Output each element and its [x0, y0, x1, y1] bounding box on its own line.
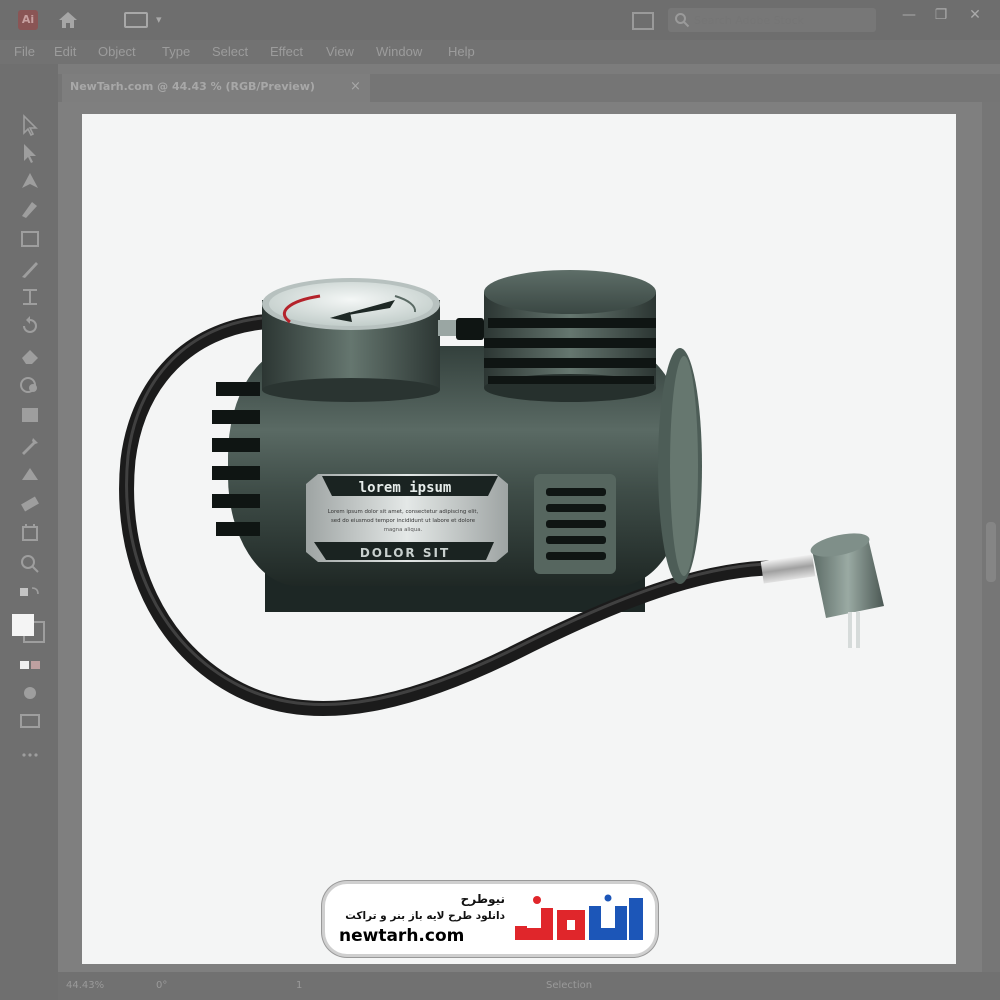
document-tab[interactable]: NewTarh.com @ 44.43 % (RGB/Preview) × [62, 74, 370, 102]
label-body-line1: Lorem ipsum dolor sit amet, consectetur … [328, 509, 479, 515]
zoom-level[interactable]: 44.43% [66, 980, 104, 991]
close-icon[interactable]: × [350, 79, 361, 94]
artboard-tool-icon[interactable] [18, 522, 42, 544]
menu-effect[interactable]: Effect [270, 44, 303, 59]
minimize-button[interactable]: — [898, 4, 920, 26]
right-vent-grille [534, 474, 616, 574]
close-window-button[interactable]: ✕ [964, 4, 986, 26]
app-logo-icon: Ai [18, 10, 38, 30]
paintbrush-tool-icon[interactable] [18, 258, 42, 280]
artboard-number[interactable]: 1 [296, 980, 302, 991]
watermark-subtitle: دانلود طرح لایه باز بنر و تراکت [345, 910, 505, 922]
vertical-scrollbar[interactable] [982, 102, 1000, 972]
tools-panel [0, 64, 58, 1000]
title-bar: Ai ▾ — ❐ ✕ [0, 0, 1000, 40]
newtarh-logo-icon [515, 894, 643, 940]
pressure-gauge [262, 278, 440, 402]
current-tool: Selection [546, 980, 593, 991]
restore-button[interactable]: ❐ [930, 4, 952, 26]
swap-colors-icon[interactable] [18, 584, 42, 606]
watermark-title: نیوطرح [460, 892, 505, 906]
pen-tool-icon[interactable] [18, 170, 42, 192]
air-compressor-illustration[interactable]: lorem ipsum Lorem ipsum dolor sit amet, … [82, 114, 956, 964]
menu-select[interactable]: Select [212, 44, 248, 59]
status-bar: 44.43% 0° 1 Selection [58, 972, 1000, 1000]
selection-tool-icon[interactable] [18, 114, 42, 136]
menu-window[interactable]: Window [376, 44, 422, 59]
label-title: lorem ipsum [359, 480, 452, 496]
workspace-switcher-icon[interactable] [124, 12, 148, 28]
cylinder-head [484, 270, 656, 402]
shape-builder-tool-icon[interactable] [18, 374, 42, 396]
watermark-url: newtarh.com [339, 926, 465, 946]
menu-edit[interactable]: Edit [54, 44, 76, 59]
curvature-tool-icon[interactable] [18, 198, 42, 220]
label-plate: lorem ipsum Lorem ipsum dolor sit amet, … [306, 474, 508, 562]
hose-nozzle [760, 533, 884, 648]
rotate-tool-icon[interactable] [18, 314, 42, 336]
search-icon [675, 13, 690, 28]
eyedropper-tool-icon[interactable] [18, 434, 42, 456]
menu-file[interactable]: File [14, 44, 35, 59]
label-body-line2: sed do eiusmod tempor incididunt ut labo… [331, 518, 476, 524]
scrollbar-thumb[interactable] [986, 522, 996, 582]
document-tab-bar: NewTarh.com @ 44.43 % (RGB/Preview) × [58, 74, 1000, 102]
blend-tool-icon[interactable] [18, 462, 42, 484]
direct-selection-tool-icon[interactable] [18, 142, 42, 164]
rotation-value[interactable]: 0° [156, 980, 167, 991]
arrange-documents-icon[interactable] [632, 12, 654, 30]
zoom-tool-icon[interactable] [18, 552, 42, 574]
stock-search-box[interactable] [668, 8, 876, 32]
symbol-sprayer-tool-icon[interactable] [18, 492, 42, 514]
gradient-tool-icon[interactable] [18, 404, 42, 426]
menu-type[interactable]: Type [162, 44, 190, 59]
menu-bar: File Edit Object Type Select Effect View… [0, 40, 1000, 64]
draw-mode-icon[interactable] [18, 682, 42, 704]
shaper-tool-icon[interactable] [18, 286, 42, 308]
label-footer: DOLOR SIT [360, 546, 450, 560]
label-body-line3: magna aliqua. [384, 527, 423, 533]
menu-object[interactable]: Object [98, 44, 136, 59]
menu-view[interactable]: View [326, 44, 354, 59]
more-tools-icon[interactable] [18, 744, 42, 766]
screen-mode-icon[interactable] [18, 710, 42, 732]
fill-stroke-swatch-icon[interactable] [10, 612, 48, 644]
search-input[interactable] [694, 11, 870, 29]
watermark-badge: نیوطرح دانلود طرح لایه باز بنر و تراکت n… [325, 884, 655, 954]
chevron-down-icon[interactable]: ▾ [156, 13, 162, 26]
hose-connector [438, 318, 484, 340]
home-icon[interactable] [56, 8, 80, 32]
rectangle-tool-icon[interactable] [18, 228, 42, 250]
eraser-tool-icon[interactable] [18, 344, 42, 366]
color-mode-icon[interactable] [18, 654, 42, 676]
document-tab-label: NewTarh.com @ 44.43 % (RGB/Preview) [70, 80, 315, 93]
menu-help[interactable]: Help [448, 44, 475, 59]
